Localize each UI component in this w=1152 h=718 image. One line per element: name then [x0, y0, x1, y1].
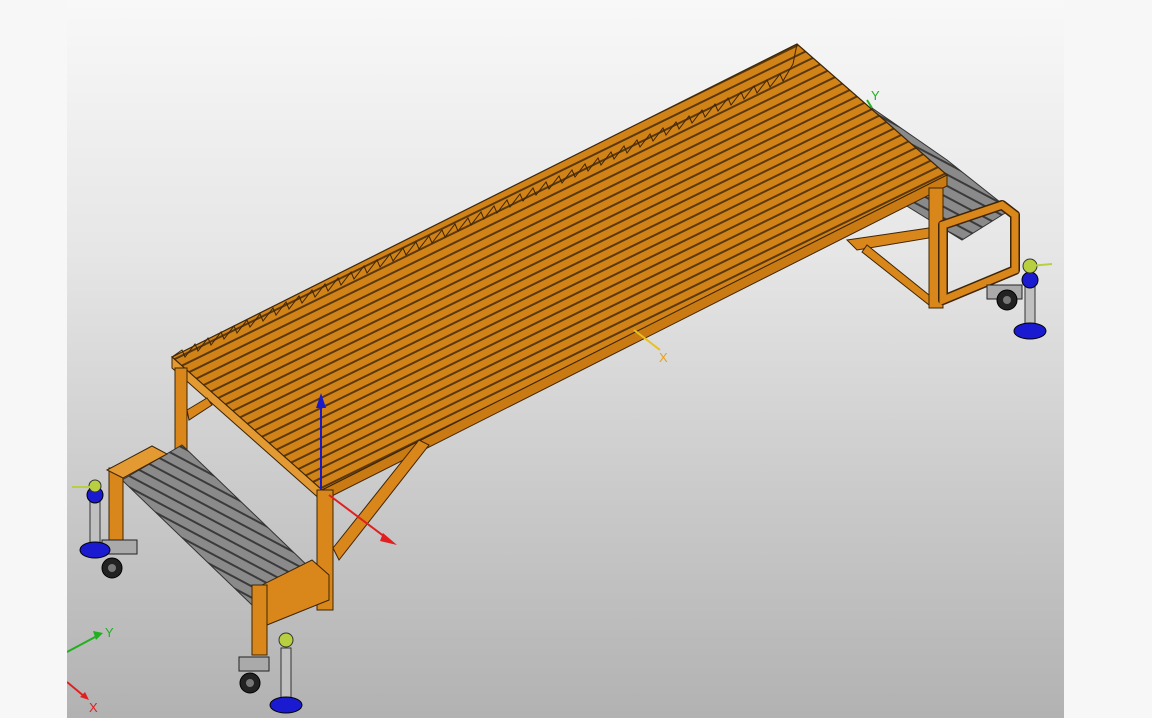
sketch-x-label: X	[659, 350, 668, 365]
left-rear-brace	[186, 397, 213, 421]
left-step-corner-post	[251, 584, 268, 656]
view-orientation-triad[interactable]: Y X	[67, 625, 114, 715]
view-y-arrow-icon	[93, 631, 103, 640]
sketch-y-label: Y	[871, 88, 880, 103]
graphics-viewport[interactable]: X Y Y X	[67, 0, 1064, 718]
view-x-label: X	[89, 700, 98, 715]
x-axis-arrow-icon	[380, 533, 397, 545]
left-rear-leg	[174, 367, 188, 457]
sketch-y-axis: Y	[866, 88, 880, 109]
main-deck-grating[interactable]	[170, 43, 949, 491]
leveling-foot-rear-left	[72, 479, 111, 559]
right-diagonal-brace	[845, 227, 930, 251]
caster-front-left	[238, 656, 270, 694]
leveling-foot-front-left	[269, 632, 303, 714]
caster-right	[986, 284, 1023, 311]
cad-model-view: X Y Y X	[67, 43, 1053, 715]
left-margin	[0, 0, 67, 718]
view-y-label: Y	[105, 625, 114, 640]
right-margin	[1064, 0, 1152, 718]
right-lower-brace	[861, 244, 930, 307]
